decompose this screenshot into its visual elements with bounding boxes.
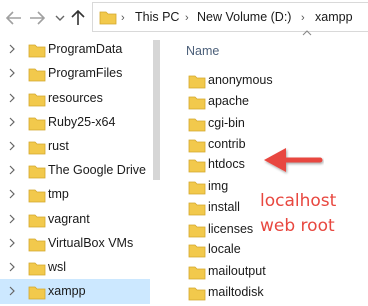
chevron-right-icon[interactable] (8, 44, 16, 54)
forward-arrow-icon (30, 11, 45, 25)
folder-item-label: apache (208, 94, 250, 108)
nav-item-label: ProgramData (48, 42, 123, 56)
chevron-right-icon[interactable] (8, 262, 16, 272)
folder-item-label: htdocs (208, 157, 245, 171)
nav-item-label: xampp (48, 284, 86, 298)
folder-icon (188, 75, 206, 89)
folder-icon (28, 68, 46, 82)
folder-item-label: contrib (208, 137, 246, 151)
nav-item-label: VirtualBox VMs (48, 236, 134, 250)
folder-item-label: anonymous (208, 73, 273, 87)
nav-item-programdata[interactable]: ProgramData (0, 37, 150, 62)
folder-icon (28, 238, 46, 252)
folder-icon (188, 244, 206, 258)
folder-icon (188, 202, 206, 216)
chevron-right-icon[interactable] (8, 189, 16, 199)
folder-icon (28, 165, 46, 179)
nav-item-programfiles[interactable]: ProgramFiles (0, 61, 150, 86)
nav-item-ruby25-x64[interactable]: Ruby25-x64 (0, 110, 150, 135)
nav-item-resources[interactable]: resources (0, 86, 150, 111)
chevron-right-icon[interactable] (8, 93, 16, 103)
chevron-right-icon[interactable] (8, 238, 16, 248)
folder-item-label: mailoutput (208, 264, 266, 278)
folder-icon (28, 44, 46, 58)
nav-item-label: vagrant (48, 212, 90, 226)
nav-item-vagrant[interactable]: vagrant (0, 207, 150, 232)
folder-item-label: mailtodisk (208, 285, 264, 299)
address-bar[interactable]: › This PC › New Volume (D:) › xampp (92, 2, 368, 32)
folder-icon (188, 139, 206, 153)
navigation-pane: ProgramData ProgramFiles resources Ruby2… (0, 36, 150, 306)
breadcrumb-xampp[interactable]: xampp (315, 10, 353, 24)
folder-icon (28, 262, 46, 276)
folder-icon (188, 118, 206, 132)
nav-item-virtualbox-vms[interactable]: VirtualBox VMs (0, 231, 150, 256)
folder-icon (28, 286, 46, 300)
nav-item-label: Ruby25-x64 (48, 115, 116, 129)
annotation-text-line2: web root (260, 216, 335, 236)
back-button[interactable] (4, 8, 24, 28)
up-arrow-icon (71, 10, 85, 25)
nav-item-rust[interactable]: rust (0, 134, 150, 159)
folder-icon (28, 117, 46, 131)
folder-icon (188, 159, 206, 173)
chevron-right-icon[interactable] (8, 165, 16, 175)
chevron-right-icon[interactable] (8, 214, 16, 224)
folder-item-locale[interactable]: locale (180, 239, 340, 261)
folder-icon (188, 224, 206, 238)
nav-item-label: wsl (48, 260, 67, 274)
up-button[interactable] (68, 8, 88, 28)
breadcrumb-separator-icon[interactable]: › (121, 12, 125, 24)
folder-item-mailoutput[interactable]: mailoutput (180, 261, 340, 283)
nav-item-tmp[interactable]: tmp (0, 182, 150, 207)
folder-item-mailtodisk[interactable]: mailtodisk (180, 282, 340, 304)
chevron-down-icon (55, 15, 65, 21)
forward-button[interactable] (27, 8, 47, 28)
nav-item-label: rust (48, 139, 69, 153)
folder-item-label: install (208, 200, 240, 214)
folder-item-label: img (208, 179, 229, 193)
navigation-scrollbar-thumb[interactable] (153, 40, 160, 180)
address-toolbar: › This PC › New Volume (D:) › xampp (0, 0, 368, 36)
breadcrumb-separator-icon[interactable]: › (185, 12, 189, 24)
folder-icon (28, 93, 46, 107)
nav-item-xampp[interactable]: xampp (0, 279, 150, 304)
annotation-text-line1: localhost (260, 191, 337, 211)
nav-item-label: resources (48, 91, 103, 105)
breadcrumb-this-pc[interactable]: This PC (135, 10, 179, 24)
nav-item-wsl[interactable]: wsl (0, 255, 150, 280)
folder-icon (99, 11, 117, 25)
folder-icon (188, 287, 206, 301)
folder-icon (28, 214, 46, 228)
breadcrumb-separator-icon[interactable]: › (301, 12, 305, 24)
folder-item-label: cgi-bin (208, 116, 245, 130)
folder-item-label: licenses (208, 222, 254, 236)
folder-item-cgi-bin[interactable]: cgi-bin (180, 113, 340, 135)
chevron-right-icon[interactable] (8, 117, 16, 127)
nav-item-the-google-drive[interactable]: The Google Drive (0, 158, 150, 183)
folder-icon (28, 189, 46, 203)
chevron-right-icon[interactable] (8, 68, 16, 78)
back-arrow-icon (6, 11, 21, 25)
folder-icon (188, 181, 206, 195)
chevron-right-icon[interactable] (8, 141, 16, 151)
folder-item-label: locale (208, 242, 241, 256)
recent-locations-button[interactable] (50, 8, 70, 28)
nav-item-label: ProgramFiles (48, 66, 123, 80)
annotation-arrow-icon (264, 148, 323, 172)
folder-icon (188, 266, 206, 280)
folder-item-apache[interactable]: apache (180, 91, 340, 113)
folder-icon (28, 141, 46, 155)
breadcrumb-new-volume[interactable]: New Volume (D:) (197, 10, 291, 24)
chevron-right-icon[interactable] (8, 286, 16, 296)
nav-item-label: The Google Drive (48, 163, 146, 177)
folder-icon (188, 96, 206, 110)
folder-item-anonymous[interactable]: anonymous (180, 70, 340, 92)
nav-item-label: tmp (48, 187, 69, 201)
